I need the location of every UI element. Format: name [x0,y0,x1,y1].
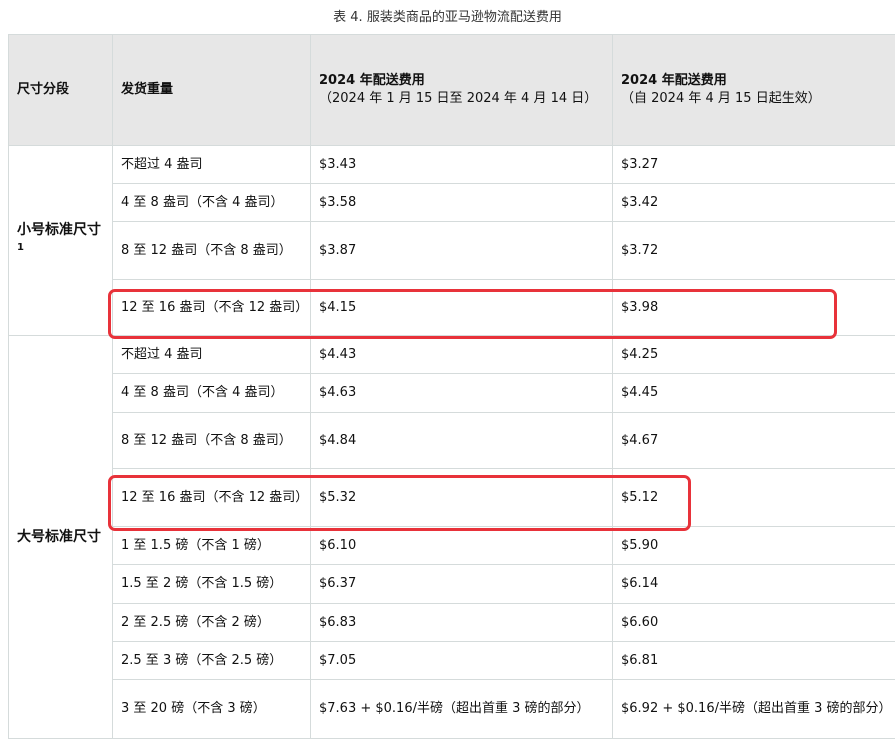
table-row: 4 至 8 盎司（不含 4 盎司） $4.63 $4.45 [9,373,895,413]
fee-new-cell: $5.90 [612,526,895,565]
weight-cell: 8 至 12 盎司（不含 8 盎司） [112,412,311,469]
weight-cell: 12 至 16 盎司（不含 12 盎司） [112,468,311,527]
fee-old-cell: $4.84 [310,412,613,469]
table-row: 3 至 20 磅（不含 3 磅） $7.63 + $0.16/半磅（超出首重 3… [9,679,895,739]
fee-old-cell: $4.43 [310,335,613,374]
table-row: 大号标准尺寸 不超过 4 盎司 $4.43 $4.25 [8,335,895,739]
weight-cell: 不超过 4 盎司 [112,145,311,184]
fee-new-cell: $6.81 [612,641,895,680]
fee-old-cell: $6.83 [310,603,613,642]
header-fee-new-title: 2024 年配送费用 [621,73,727,88]
table-row: 8 至 12 盎司（不含 8 盎司） $3.87 $3.72 [9,221,895,280]
fee-old-cell: $6.37 [310,564,613,604]
fee-old-cell: $3.87 [310,221,613,280]
fee-new-cell: $3.42 [612,183,895,222]
table-row: 4 至 8 盎司（不含 4 盎司） $3.58 $3.42 [9,183,895,222]
fee-old-cell: $3.43 [310,145,613,184]
fee-table: 尺寸分段 发货重量 2024 年配送费用 （2024 年 1 月 15 日至 2… [8,34,895,739]
fee-old-cell: $7.63 + $0.16/半磅（超出首重 3 磅的部分） [310,679,613,739]
weight-cell: 3 至 20 磅（不含 3 磅） [112,679,311,739]
header-fee-new-sub: （自 2024 年 4 月 15 日起生效） [621,91,821,106]
table-row: 2 至 2.5 磅（不含 2 磅） $6.83 $6.60 [9,603,895,642]
fee-new-cell: $3.72 [612,221,895,280]
header-size-tier: 尺寸分段 [8,34,113,146]
fee-new-cell: $4.45 [612,373,895,413]
weight-cell: 2.5 至 3 磅（不含 2.5 磅） [112,641,311,680]
header-fee-new: 2024 年配送费用 （自 2024 年 4 月 15 日起生效） [612,34,895,146]
weight-cell: 4 至 8 盎司（不含 4 盎司） [112,373,311,413]
header-fee-old: 2024 年配送费用 （2024 年 1 月 15 日至 2024 年 4 月 … [310,34,613,146]
fee-new-cell: $6.92 + $0.16/半磅（超出首重 3 磅的部分） [612,679,895,739]
weight-cell: 1 至 1.5 磅（不含 1 磅） [112,526,311,565]
table-row: 2.5 至 3 磅（不含 2.5 磅） $7.05 $6.81 [9,641,895,680]
fee-old-cell: $5.32 [310,468,613,527]
page: 表 4. 服装类商品的亚马逊物流配送费用 尺寸分段 发货重量 2024 年配送费… [0,0,895,755]
table-row: 小号标准尺寸 1 不超过 4 盎司 $3.43 $3.27 [8,145,895,336]
size-tier-small-standard: 小号标准尺寸 1 [8,145,113,336]
table-row: 1.5 至 2 磅（不含 1.5 磅） $6.37 $6.14 [9,564,895,604]
weight-cell: 4 至 8 盎司（不含 4 盎司） [112,183,311,222]
table-row: 8 至 12 盎司（不含 8 盎司） $4.84 $4.67 [9,412,895,469]
table-caption: 表 4. 服装类商品的亚马逊物流配送费用 [333,10,562,25]
size-tier-label: 小号标准尺寸 [17,221,101,238]
weight-cell: 12 至 16 盎司（不含 12 盎司） [112,279,311,336]
fee-new-cell: $4.67 [612,412,895,469]
fee-old-cell: $4.63 [310,373,613,413]
header-weight: 发货重量 [112,34,311,146]
weight-cell: 2 至 2.5 磅（不含 2 磅） [112,603,311,642]
header-fee-old-title: 2024 年配送费用 [319,73,425,88]
size-tier-large-standard: 大号标准尺寸 [8,335,113,739]
fee-old-cell: $4.15 [310,279,613,336]
weight-cell: 1.5 至 2 磅（不含 1.5 磅） [112,564,311,604]
fee-new-cell: $6.14 [612,564,895,604]
footnote-marker: 1 [17,241,24,253]
fee-new-cell: $6.60 [612,603,895,642]
weight-cell: 不超过 4 盎司 [112,335,311,374]
fee-old-cell: $3.58 [310,183,613,222]
weight-cell: 8 至 12 盎司（不含 8 盎司） [112,221,311,280]
fee-new-cell: $4.25 [612,335,895,374]
header-row: 尺寸分段 发货重量 2024 年配送费用 （2024 年 1 月 15 日至 2… [8,34,895,146]
fee-new-cell: $3.27 [612,145,895,184]
fee-old-cell: $7.05 [310,641,613,680]
table-row-highlighted: 12 至 16 盎司（不含 12 盎司） $4.15 $3.98 [9,279,895,336]
table-row: 1 至 1.5 磅（不含 1 磅） $6.10 $5.90 [9,526,895,565]
header-fee-old-sub: （2024 年 1 月 15 日至 2024 年 4 月 14 日） [319,91,598,106]
fee-old-cell: $6.10 [310,526,613,565]
fee-new-cell: $5.12 [612,468,895,527]
table-row-highlighted: 12 至 16 盎司（不含 12 盎司） $5.32 $5.12 [9,468,895,527]
fee-new-cell: $3.98 [612,279,895,336]
